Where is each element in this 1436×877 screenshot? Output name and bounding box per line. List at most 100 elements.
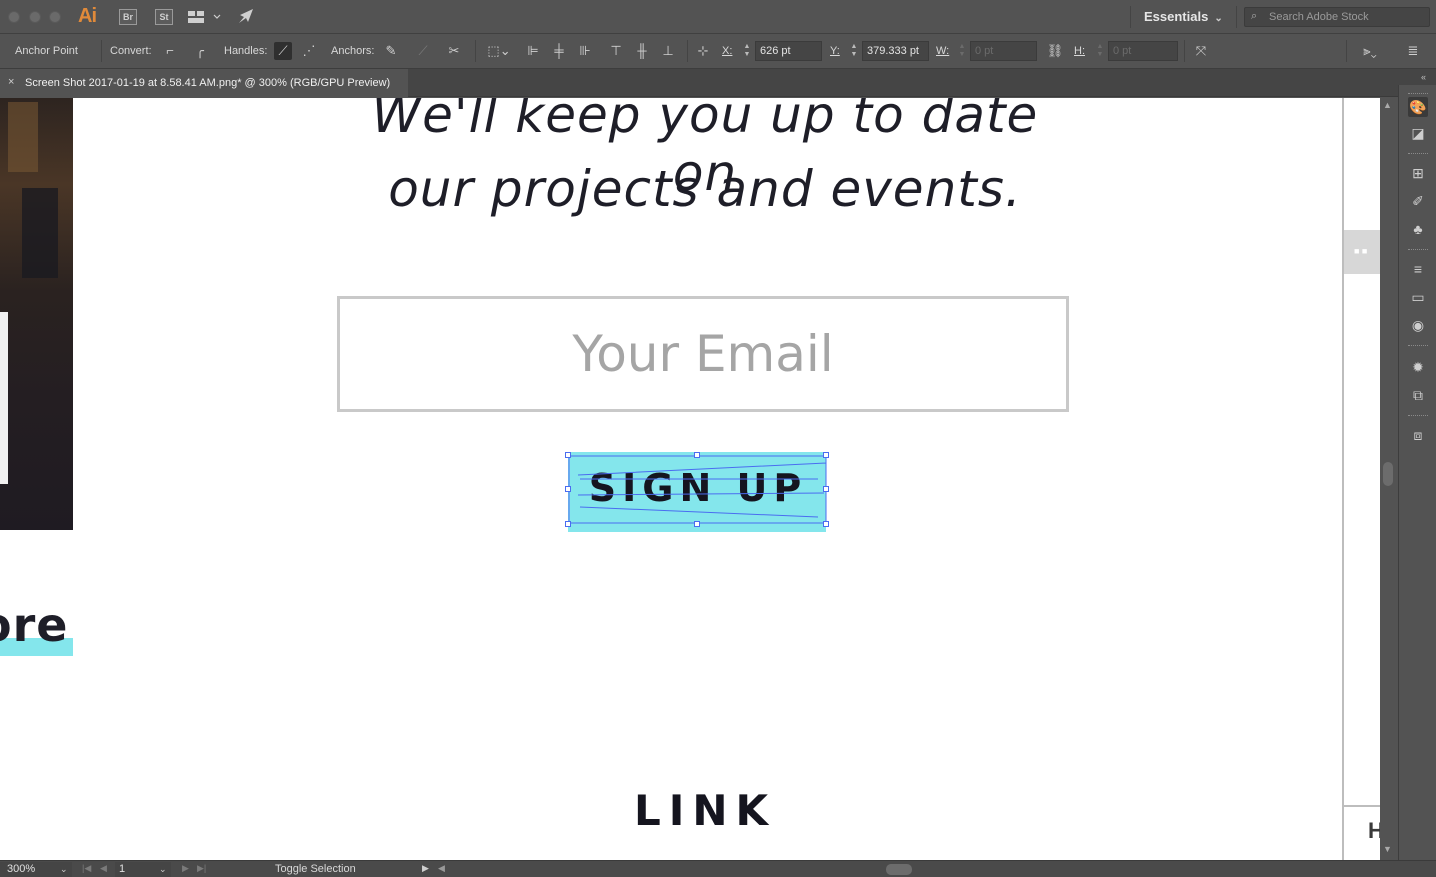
first-artboard-icon[interactable]: |◀ [82,863,91,874]
panel-grip[interactable] [1408,93,1428,96]
artboard-canvas[interactable]: We'll keep you up to date on our project… [0,98,1380,860]
color-guide-icon[interactable]: ◪ [1408,123,1428,143]
collapse-panels-icon[interactable]: « [1421,72,1426,82]
document-tab-bar: × Screen Shot 2017-01-19 at 8.58.41 AM.p… [0,69,1436,97]
y-stepper-icon[interactable]: ▲ ▼ [850,43,858,59]
appearance-icon[interactable]: ✹ [1408,357,1428,377]
zoom-select[interactable]: 300% ⌄ [0,862,72,877]
selection-handle[interactable] [823,521,829,527]
artboard-select[interactable]: 1 ⌄ [115,862,171,877]
symbols-icon[interactable]: ♣ [1408,219,1428,239]
transform-icon[interactable]: ⤧ [1192,42,1210,60]
last-artboard-icon[interactable]: ▶| [197,863,206,874]
arrange-documents-button[interactable] [188,10,224,24]
zoom-window-button[interactable] [49,11,61,23]
divider [101,40,102,62]
x-field[interactable]: 626 pt [755,41,822,61]
gpu-performance-button[interactable] [236,7,256,30]
menu-icon[interactable]: ≣ [1404,42,1422,60]
status-menu-icon[interactable]: ▶ [422,863,429,874]
divider [687,40,688,62]
align-center-icon[interactable]: ╪ [550,42,568,60]
chevron-down-icon: ⌄ [1214,13,1223,24]
workspace-label: Essentials [1144,9,1209,24]
stock-search-box: ⌕ [1244,7,1430,27]
selection-handle[interactable] [565,521,571,527]
artboard-edge [1342,98,1344,860]
w-field[interactable]: 0 pt [970,41,1037,61]
next-artboard-icon[interactable]: ▶ [182,863,189,874]
stroke-icon[interactable]: ≡ [1408,259,1428,279]
align-to-icon[interactable]: ⬚⌄ [486,42,512,60]
photo-detail [22,188,58,278]
anchors-label: Anchors: [331,45,375,57]
graphic-styles-icon[interactable]: ⧉ [1408,385,1428,405]
convert-to-smooth-icon[interactable]: ╭ [191,42,209,60]
prev-artboard-icon[interactable]: ◀ [100,863,107,874]
stock-button[interactable]: St [155,9,173,25]
minimize-window-button[interactable] [29,11,41,23]
horizontal-scroll-thumb[interactable] [886,864,912,875]
panel-grip[interactable] [1408,345,1428,348]
stock-search-input[interactable] [1269,10,1425,24]
gradient-icon[interactable]: ▭ [1408,287,1428,307]
bridge-button[interactable]: Br [119,9,137,25]
isolate-icon[interactable]: ⫸⌄ [1356,42,1384,60]
selected-path-overlay [568,455,827,524]
reference-point-icon[interactable]: ⊹ [694,42,712,60]
app-bar: Ai Br St Essentials ⌄ ⌕ [0,0,1436,34]
link-text[interactable]: LINK [600,786,810,835]
brushes-icon[interactable]: ✐ [1408,191,1428,211]
email-field[interactable] [340,299,1066,409]
rocket-icon [239,9,253,23]
hide-handles-icon[interactable]: ⋰ [300,42,318,60]
panel-dock: 🎨 ◪ ⊞ ✐ ♣ ≡ ▭ ◉ ✹ ⧉ ⧈ [1398,85,1436,860]
connect-anchors-icon[interactable]: ⟋ [414,42,432,60]
scroll-down-icon[interactable]: ▼ [1383,844,1392,854]
partial-heading: ore [0,598,69,652]
panel-grip[interactable] [1408,153,1428,156]
control-bar: Anchor Point Convert: ⌐ ╭ Handles: ⟋ ⋰ A… [0,34,1436,69]
selection-handle[interactable] [694,521,700,527]
align-bottom-icon[interactable]: ⊥ [659,42,677,60]
scroll-up-icon[interactable]: ▲ [1383,100,1392,110]
convert-to-corner-icon[interactable]: ⌐ [161,42,179,60]
close-window-button[interactable] [8,11,20,23]
status-text[interactable]: Toggle Selection [275,863,356,875]
workspace-switcher[interactable]: Essentials ⌄ [1144,9,1223,24]
vertical-scrollbar[interactable]: ▲ ▼ [1380,98,1396,860]
align-left-icon[interactable]: ⊫ [524,42,542,60]
artboard-edge [1344,805,1380,807]
selection-handle[interactable] [565,486,571,492]
align-top-icon[interactable]: ⊤ [607,42,625,60]
color-palette-icon[interactable]: 🎨 [1408,97,1428,117]
transparency-icon[interactable]: ◉ [1408,315,1428,335]
document-tab[interactable]: × Screen Shot 2017-01-19 at 8.58.41 AM.p… [0,69,408,97]
swatches-icon[interactable]: ⊞ [1408,163,1428,183]
h-stepper-icon[interactable]: ▲ ▼ [1096,43,1104,59]
layers-icon[interactable]: ⧈ [1408,425,1428,445]
h-field[interactable]: 0 pt [1108,41,1178,61]
align-right-icon[interactable]: ⊪ [576,42,594,60]
selection-handle[interactable] [565,452,571,458]
offscreen-element: ■ ■ [1344,230,1380,274]
constrain-proportions-icon[interactable]: ⛓ [1046,42,1064,60]
selection-handle[interactable] [823,452,829,458]
selection-handle[interactable] [694,452,700,458]
panel-grip[interactable] [1408,415,1428,418]
show-handles-icon[interactable]: ⟋ [274,42,292,60]
selection-handle[interactable] [823,486,829,492]
x-stepper-icon[interactable]: ▲ ▼ [743,43,751,59]
scroll-left-icon[interactable]: ◀ [438,863,445,874]
close-icon[interactable]: × [8,76,14,88]
align-vcenter-icon[interactable]: ╫ [633,42,651,60]
cut-path-icon[interactable]: ✂ [445,42,463,60]
w-stepper-icon[interactable]: ▲ ▼ [958,43,966,59]
y-field[interactable]: 379.333 pt [862,41,929,61]
scroll-thumb[interactable] [1383,462,1393,486]
remove-anchor-icon[interactable]: ✎ [382,42,400,60]
background-photo [0,98,73,530]
panel-grip[interactable] [1408,249,1428,252]
handles-label: Handles: [224,45,268,57]
divider [1346,40,1347,62]
